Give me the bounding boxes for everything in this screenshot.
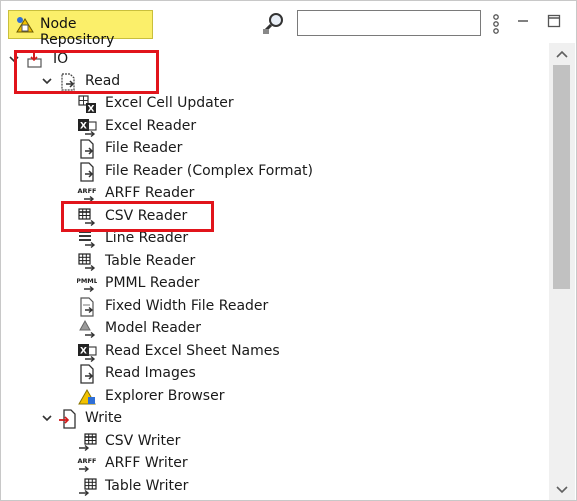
tree-item-label: Excel Reader [105,118,197,134]
tree-item-io[interactable]: IO [1,49,301,71]
tree-item-label: Excel Cell Updater [105,95,234,111]
tree-item-read-images[interactable]: Read Images [1,363,301,385]
tree-item-label: IO [53,51,69,67]
line-reader-icon [79,231,96,249]
search-icon[interactable] [260,10,288,36]
search-input[interactable] [297,10,481,36]
read-images-icon [80,364,94,384]
tree-item-csv-reader[interactable]: CSV Reader [1,206,301,228]
table-reader-icon [78,253,96,272]
tree-item-label: PMML Reader [105,275,200,291]
scrollbar-thumb[interactable] [553,65,570,289]
tree-item-file-reader-complex[interactable]: File Reader (Complex Format) [1,161,321,183]
tree-item-line-reader[interactable]: Line Reader [1,228,301,250]
tree-item-label: CSV Reader [105,208,188,224]
tree-item-read-excel-sheet-names[interactable]: X Read Excel Sheet Names [1,341,301,363]
pmml-reader-icon: PMML [77,277,97,293]
svg-text:X: X [88,105,95,115]
node-repository-tab[interactable]: Node Repository [8,10,153,48]
tree-item-label: File Reader [105,140,183,156]
tree-item-csv-writer[interactable]: CSV Writer [1,431,301,453]
node-repository-panel: Node Repository IO Read X Excel Cell Upd… [0,0,577,501]
read-category-icon [61,73,75,91]
csv-writer-icon [79,433,97,452]
arff-writer-icon: ARFF [78,457,97,473]
tree-item-file-reader[interactable]: File Reader [1,138,301,160]
svg-text:ARFF: ARFF [78,187,97,195]
panel-header: Node Repository [1,1,576,48]
tree-item-table-reader[interactable]: Table Reader [1,251,301,273]
tree-item-label: ARFF Reader [105,185,195,201]
tree-item-arff-writer[interactable]: ARFF ARFF Writer [1,453,301,475]
tree-item-excel-reader[interactable]: X Excel Reader [1,116,301,138]
svg-text:X: X [80,347,87,357]
tree-item-model-reader[interactable]: Model Reader [1,318,301,340]
scroll-up-icon[interactable] [555,49,569,59]
file-reader-icon [80,139,94,159]
scroll-down-icon[interactable] [555,485,569,495]
vertical-scrollbar[interactable] [549,43,575,500]
tree-item-arff-reader[interactable]: ARFF ARFF Reader [1,183,301,205]
table-writer-icon [79,478,97,497]
fixed-width-reader-icon [80,297,94,317]
tree-item-label: Table Writer [105,478,189,494]
chevron-down-icon[interactable] [41,409,53,427]
svg-text:PMML: PMML [77,277,97,285]
excel-reader-icon: X [78,119,97,137]
tree-item-label: Line Reader [105,230,189,246]
tree-item-pmml-reader[interactable]: PMML PMML Reader [1,273,301,295]
tree-item-read[interactable]: Read [1,71,301,93]
tree-item-table-writer[interactable]: Table Writer [1,476,301,498]
model-reader-icon [79,319,96,339]
tree-item-label: Read [85,73,121,89]
tree-item-label: Read Images [105,365,196,381]
tree-item-explorer-browser[interactable]: Explorer Browser [1,386,301,408]
more-options-icon[interactable] [490,13,502,35]
tree-item-label: Read Excel Sheet Names [105,343,280,359]
svg-text:ARFF: ARFF [78,457,97,465]
explorer-browser-icon [78,388,96,405]
tree-item-label: File Reader (Complex Format) [105,163,313,179]
excel-cell-updater-icon: X [78,95,96,115]
tree-item-label: Explorer Browser [105,388,225,404]
tree-item-label: Table Reader [105,253,196,269]
minimize-icon[interactable] [516,15,530,27]
maximize-icon[interactable] [547,14,561,28]
node-tree: IO Read X Excel Cell Updater X Excel Rea… [1,43,549,500]
node-repository-icon [16,17,34,33]
tree-item-label: Fixed Width File Reader [105,298,269,314]
io-category-icon [27,52,42,68]
tree-item-excel-cell-updater[interactable]: X Excel Cell Updater [1,93,301,115]
tree-item-label: Write [85,410,122,426]
chevron-down-icon[interactable] [8,50,20,68]
chevron-down-icon[interactable] [41,72,53,90]
file-reader-complex-icon [80,162,94,182]
tree-item-write[interactable]: Write [1,408,301,430]
tree-item-fixed-width-file-reader[interactable]: Fixed Width File Reader [1,296,301,318]
csv-reader-icon [78,208,96,227]
tree-item-label: CSV Writer [105,433,181,449]
write-category-icon [59,409,76,429]
arff-reader-icon: ARFF [78,187,97,203]
tree-item-label: ARFF Writer [105,455,188,471]
svg-text:X: X [80,122,87,132]
excel-sheet-names-icon: X [78,344,97,362]
tree-item-label: Model Reader [105,320,202,336]
